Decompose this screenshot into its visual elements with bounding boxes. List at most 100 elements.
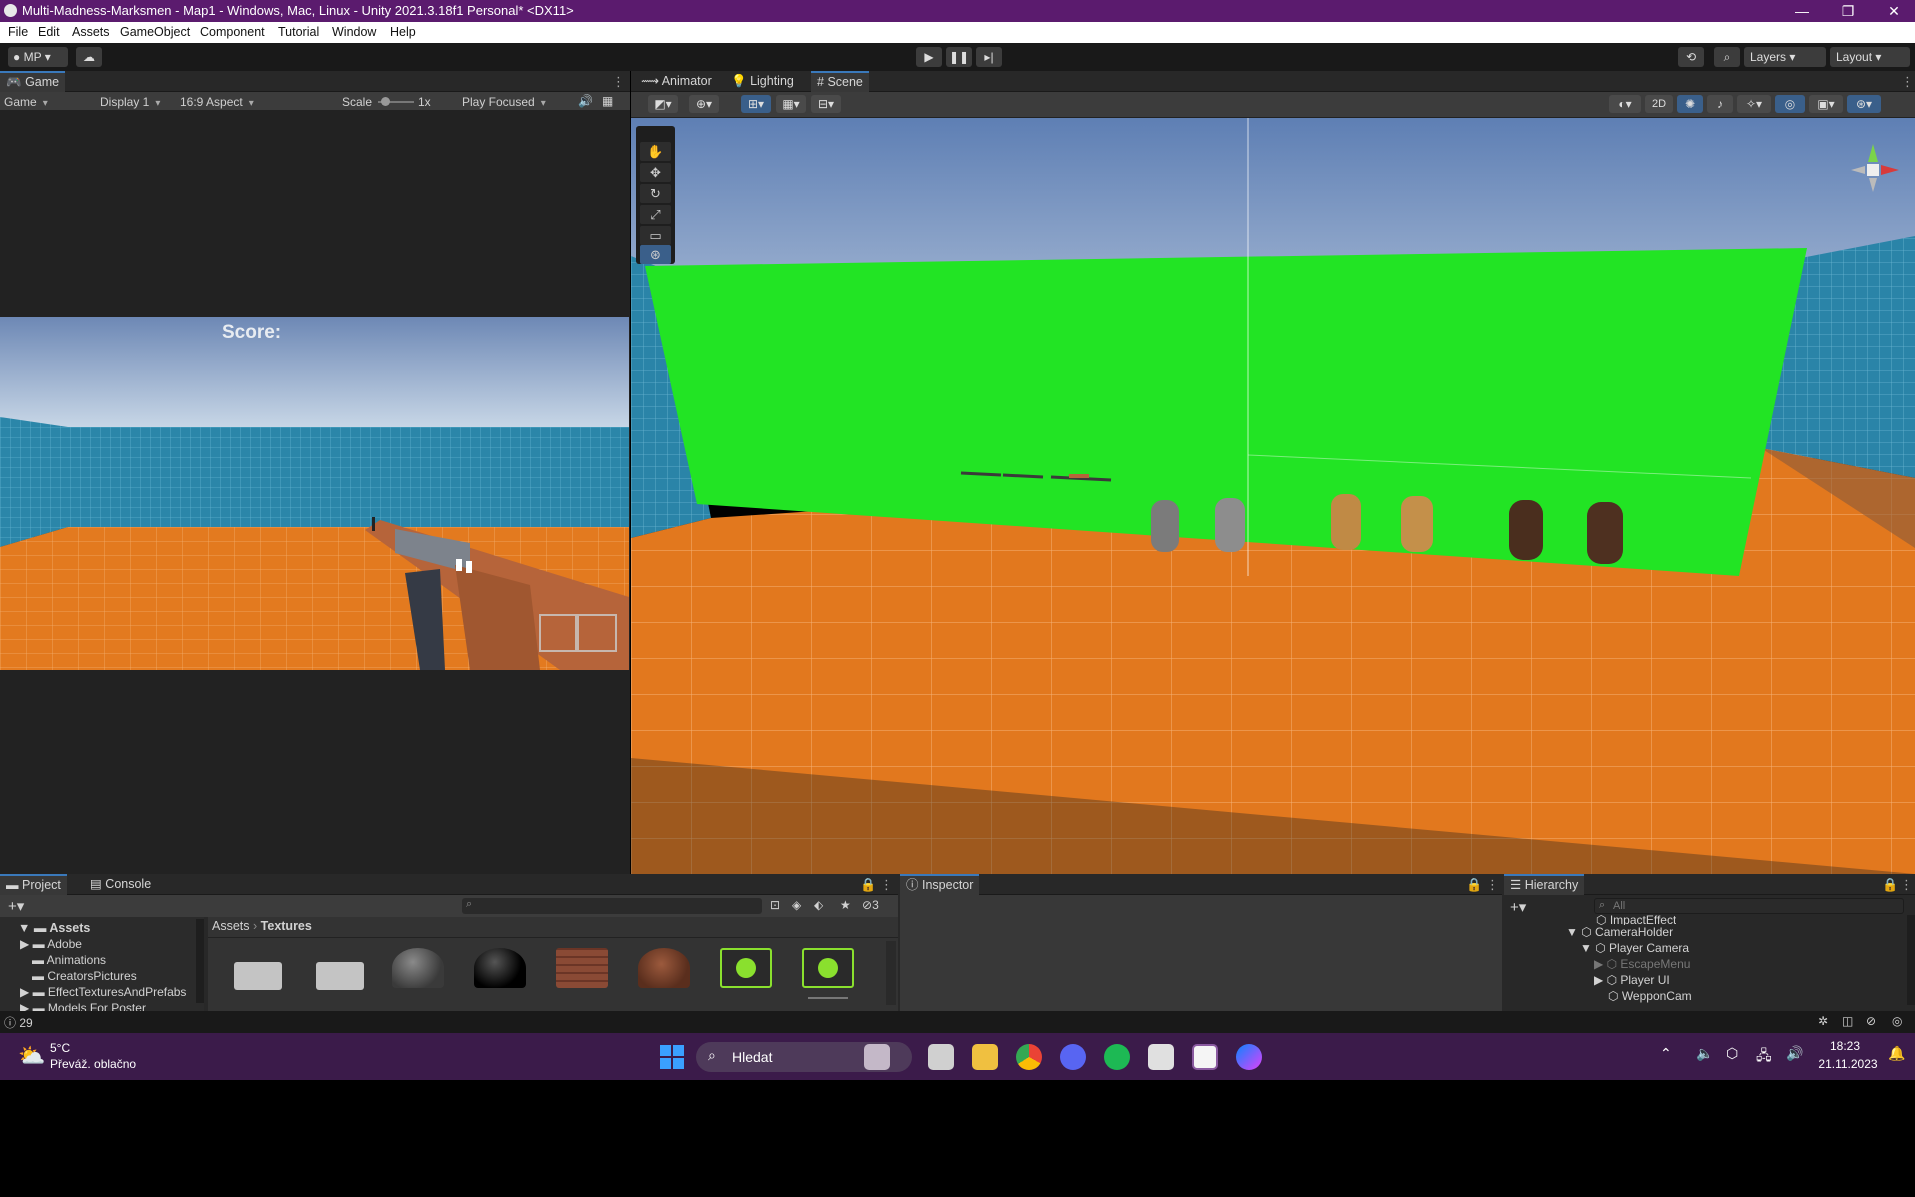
tab-hierarchy[interactable]: ☰ Hierarchy xyxy=(1504,874,1585,895)
file-explorer-icon[interactable] xyxy=(972,1044,998,1070)
effects-dropdown[interactable]: ✧▾ xyxy=(1737,95,1771,113)
mute-audio-icon[interactable]: 🔊 xyxy=(578,94,593,108)
panel-menu-icon[interactable]: ⋮ xyxy=(1901,74,1914,90)
hierarchy-item-wepponcam[interactable]: ⬡ WepponCam xyxy=(1608,989,1692,1003)
scene-visibility-dropdown[interactable]: ⊟▾ xyxy=(811,95,841,113)
asset-shader-graph-2[interactable] xyxy=(802,948,854,988)
menu-assets[interactable]: Assets xyxy=(72,25,110,39)
snap-increment-dropdown[interactable]: ▦▾ xyxy=(776,95,806,113)
progress-icon[interactable]: ◎ xyxy=(1892,1014,1902,1028)
gizmo-dropdown[interactable]: ◩▾ xyxy=(648,95,678,113)
menu-window[interactable]: Window xyxy=(332,25,376,39)
windows-start-icon[interactable] xyxy=(660,1045,684,1069)
panel-menu-icon[interactable]: ⋮ xyxy=(1486,877,1499,893)
icon-size-slider[interactable] xyxy=(808,997,848,999)
search-by-label-icon[interactable]: ◈ xyxy=(792,898,801,912)
tree-root-assets[interactable]: ▼ ▬ Assets xyxy=(18,921,90,935)
unity-tray-icon[interactable]: ⬡ xyxy=(1726,1045,1738,1062)
spotify-icon[interactable] xyxy=(1104,1044,1130,1070)
weather-cloud-icon[interactable]: ⛅ xyxy=(18,1043,45,1069)
rotate-tool-icon[interactable]: ↻ xyxy=(640,184,671,203)
play-button[interactable]: ▶ xyxy=(916,47,942,67)
menu-edit[interactable]: Edit xyxy=(38,25,60,39)
maximize-button[interactable]: ❐ xyxy=(1828,1,1868,21)
shading-dropdown[interactable]: ◐▾ xyxy=(1609,95,1641,113)
move-tool-icon[interactable]: ✥ xyxy=(640,163,671,182)
discord-icon[interactable] xyxy=(1060,1044,1086,1070)
gizmos-dropdown[interactable]: ⊛▾ xyxy=(1847,95,1881,113)
debug-icon[interactable]: ✲ xyxy=(1818,1014,1828,1028)
create-add-button[interactable]: +▾ xyxy=(8,897,24,915)
menu-tutorial[interactable]: Tutorial xyxy=(278,25,319,39)
favorite-star-icon[interactable]: ★ xyxy=(840,898,851,912)
hierarchy-item-player-ui[interactable]: ▶ ⬡ Player UI xyxy=(1594,973,1670,987)
toggle-2d-button[interactable]: 2D xyxy=(1645,95,1673,113)
tree-item-creatorspictures[interactable]: ▬ CreatorsPictures xyxy=(32,969,137,983)
hidden-objects-toggle[interactable]: ◎ xyxy=(1775,95,1805,113)
search-by-type-icon[interactable]: ⊡ xyxy=(770,898,780,912)
minimize-button[interactable]: — xyxy=(1782,1,1822,21)
tree-item-effecttextures[interactable]: ▶ ▬ EffectTexturesAndPrefabs xyxy=(20,985,186,999)
step-button[interactable]: ▸| xyxy=(976,47,1002,67)
tab-scene[interactable]: # Scene xyxy=(811,71,869,92)
search-icon[interactable]: ⌕ xyxy=(1714,47,1740,67)
chrome-icon[interactable] xyxy=(1016,1044,1042,1070)
asset-folder-1[interactable] xyxy=(232,948,284,990)
account-dropdown[interactable]: ● MP ▾ xyxy=(8,47,68,67)
clock-date[interactable]: 21.11.2023 xyxy=(1818,1057,1878,1071)
tag-icon[interactable]: ⬖ xyxy=(814,898,823,912)
menu-help[interactable]: Help xyxy=(390,25,416,39)
tree-item-adobe[interactable]: ▶ ▬ Adobe xyxy=(20,937,82,951)
tab-console[interactable]: ▤ Console xyxy=(84,874,157,895)
menu-file[interactable]: File xyxy=(8,25,28,39)
tab-project[interactable]: ▬ Project xyxy=(0,874,67,895)
weather-temp[interactable]: 5°C xyxy=(50,1041,70,1055)
hierarchy-search-input[interactable]: ⌕ All xyxy=(1594,898,1904,914)
network-icon[interactable]: 🖧 xyxy=(1756,1045,1772,1069)
hand-tool-icon[interactable]: ✋ xyxy=(640,142,671,161)
search-highlight-icon[interactable] xyxy=(864,1044,890,1070)
scale-slider-handle[interactable] xyxy=(381,97,390,106)
console-message-count[interactable]: ⓘ 29 xyxy=(4,1014,33,1031)
tab-inspector[interactable]: ⓘ Inspector xyxy=(900,874,980,895)
menu-gameobject[interactable]: GameObject xyxy=(120,25,190,39)
tab-lighting[interactable]: 💡 Lighting xyxy=(725,71,800,92)
game-view[interactable]: Score: xyxy=(0,317,629,670)
play-focused-dropdown[interactable]: Play Focused xyxy=(462,95,546,109)
hierarchy-item-escapemenu[interactable]: ▶ ⬡ EscapeMenu xyxy=(1594,957,1690,971)
layout-dropdown[interactable]: Layout ▾ xyxy=(1830,47,1910,67)
panel-menu-icon[interactable]: ⋮ xyxy=(880,877,893,893)
speaker-icon[interactable]: 🔊 xyxy=(1786,1045,1803,1062)
hierarchy-scrollbar[interactable] xyxy=(1907,915,1915,1005)
asset-material-brick[interactable] xyxy=(638,948,690,988)
lock-icon[interactable]: 🔒 xyxy=(1882,877,1898,893)
asset-material-gray[interactable] xyxy=(392,948,444,988)
asset-shader-graph-1[interactable] xyxy=(720,948,772,988)
breadcrumb-textures[interactable]: Textures xyxy=(261,919,312,933)
assets-scrollbar[interactable] xyxy=(886,941,896,1005)
create-add-button[interactable]: +▾ xyxy=(1510,898,1526,916)
scene-view[interactable] xyxy=(631,118,1915,874)
clock-time[interactable]: 18:23 xyxy=(1818,1039,1872,1053)
layers-dropdown[interactable]: Layers ▾ xyxy=(1744,47,1826,67)
unity-editor-icon[interactable] xyxy=(1192,1044,1218,1070)
game-mode-dropdown[interactable]: Game xyxy=(4,95,86,109)
tab-game[interactable]: 🎮 Game xyxy=(0,71,66,92)
menu-component[interactable]: Component xyxy=(200,25,265,39)
scale-tool-icon[interactable]: ⤢ xyxy=(640,205,671,224)
grid-snap-toggle[interactable]: ⊞▾ xyxy=(741,95,771,113)
cloud-icon[interactable]: ☁ xyxy=(76,47,102,67)
task-view-icon[interactable] xyxy=(928,1044,954,1070)
close-button[interactable]: ✕ xyxy=(1874,1,1914,21)
tree-item-models-for-poster[interactable]: ▶ ▬ Models For Poster xyxy=(20,1001,146,1011)
panel-menu-icon[interactable]: ⋮ xyxy=(612,74,625,90)
rect-tool-icon[interactable]: ▭ xyxy=(640,226,671,245)
auto-generate-lighting-icon[interactable]: ⊘ xyxy=(1866,1014,1876,1028)
tree-item-animations[interactable]: ▬ Animations xyxy=(32,953,106,967)
hierarchy-item-player-camera[interactable]: ▼ ⬡ Player Camera xyxy=(1580,941,1689,955)
pivot-dropdown[interactable]: ⊕▾ xyxy=(689,95,719,113)
transform-tool-icon[interactable]: ⊛ xyxy=(640,245,671,264)
notification-bell-icon[interactable]: 🔔 xyxy=(1888,1045,1905,1062)
hierarchy-item-impacteffect[interactable]: ⬡ ImpactEffect xyxy=(1596,915,1676,925)
aspect-dropdown[interactable]: 16:9 Aspect xyxy=(180,95,330,109)
